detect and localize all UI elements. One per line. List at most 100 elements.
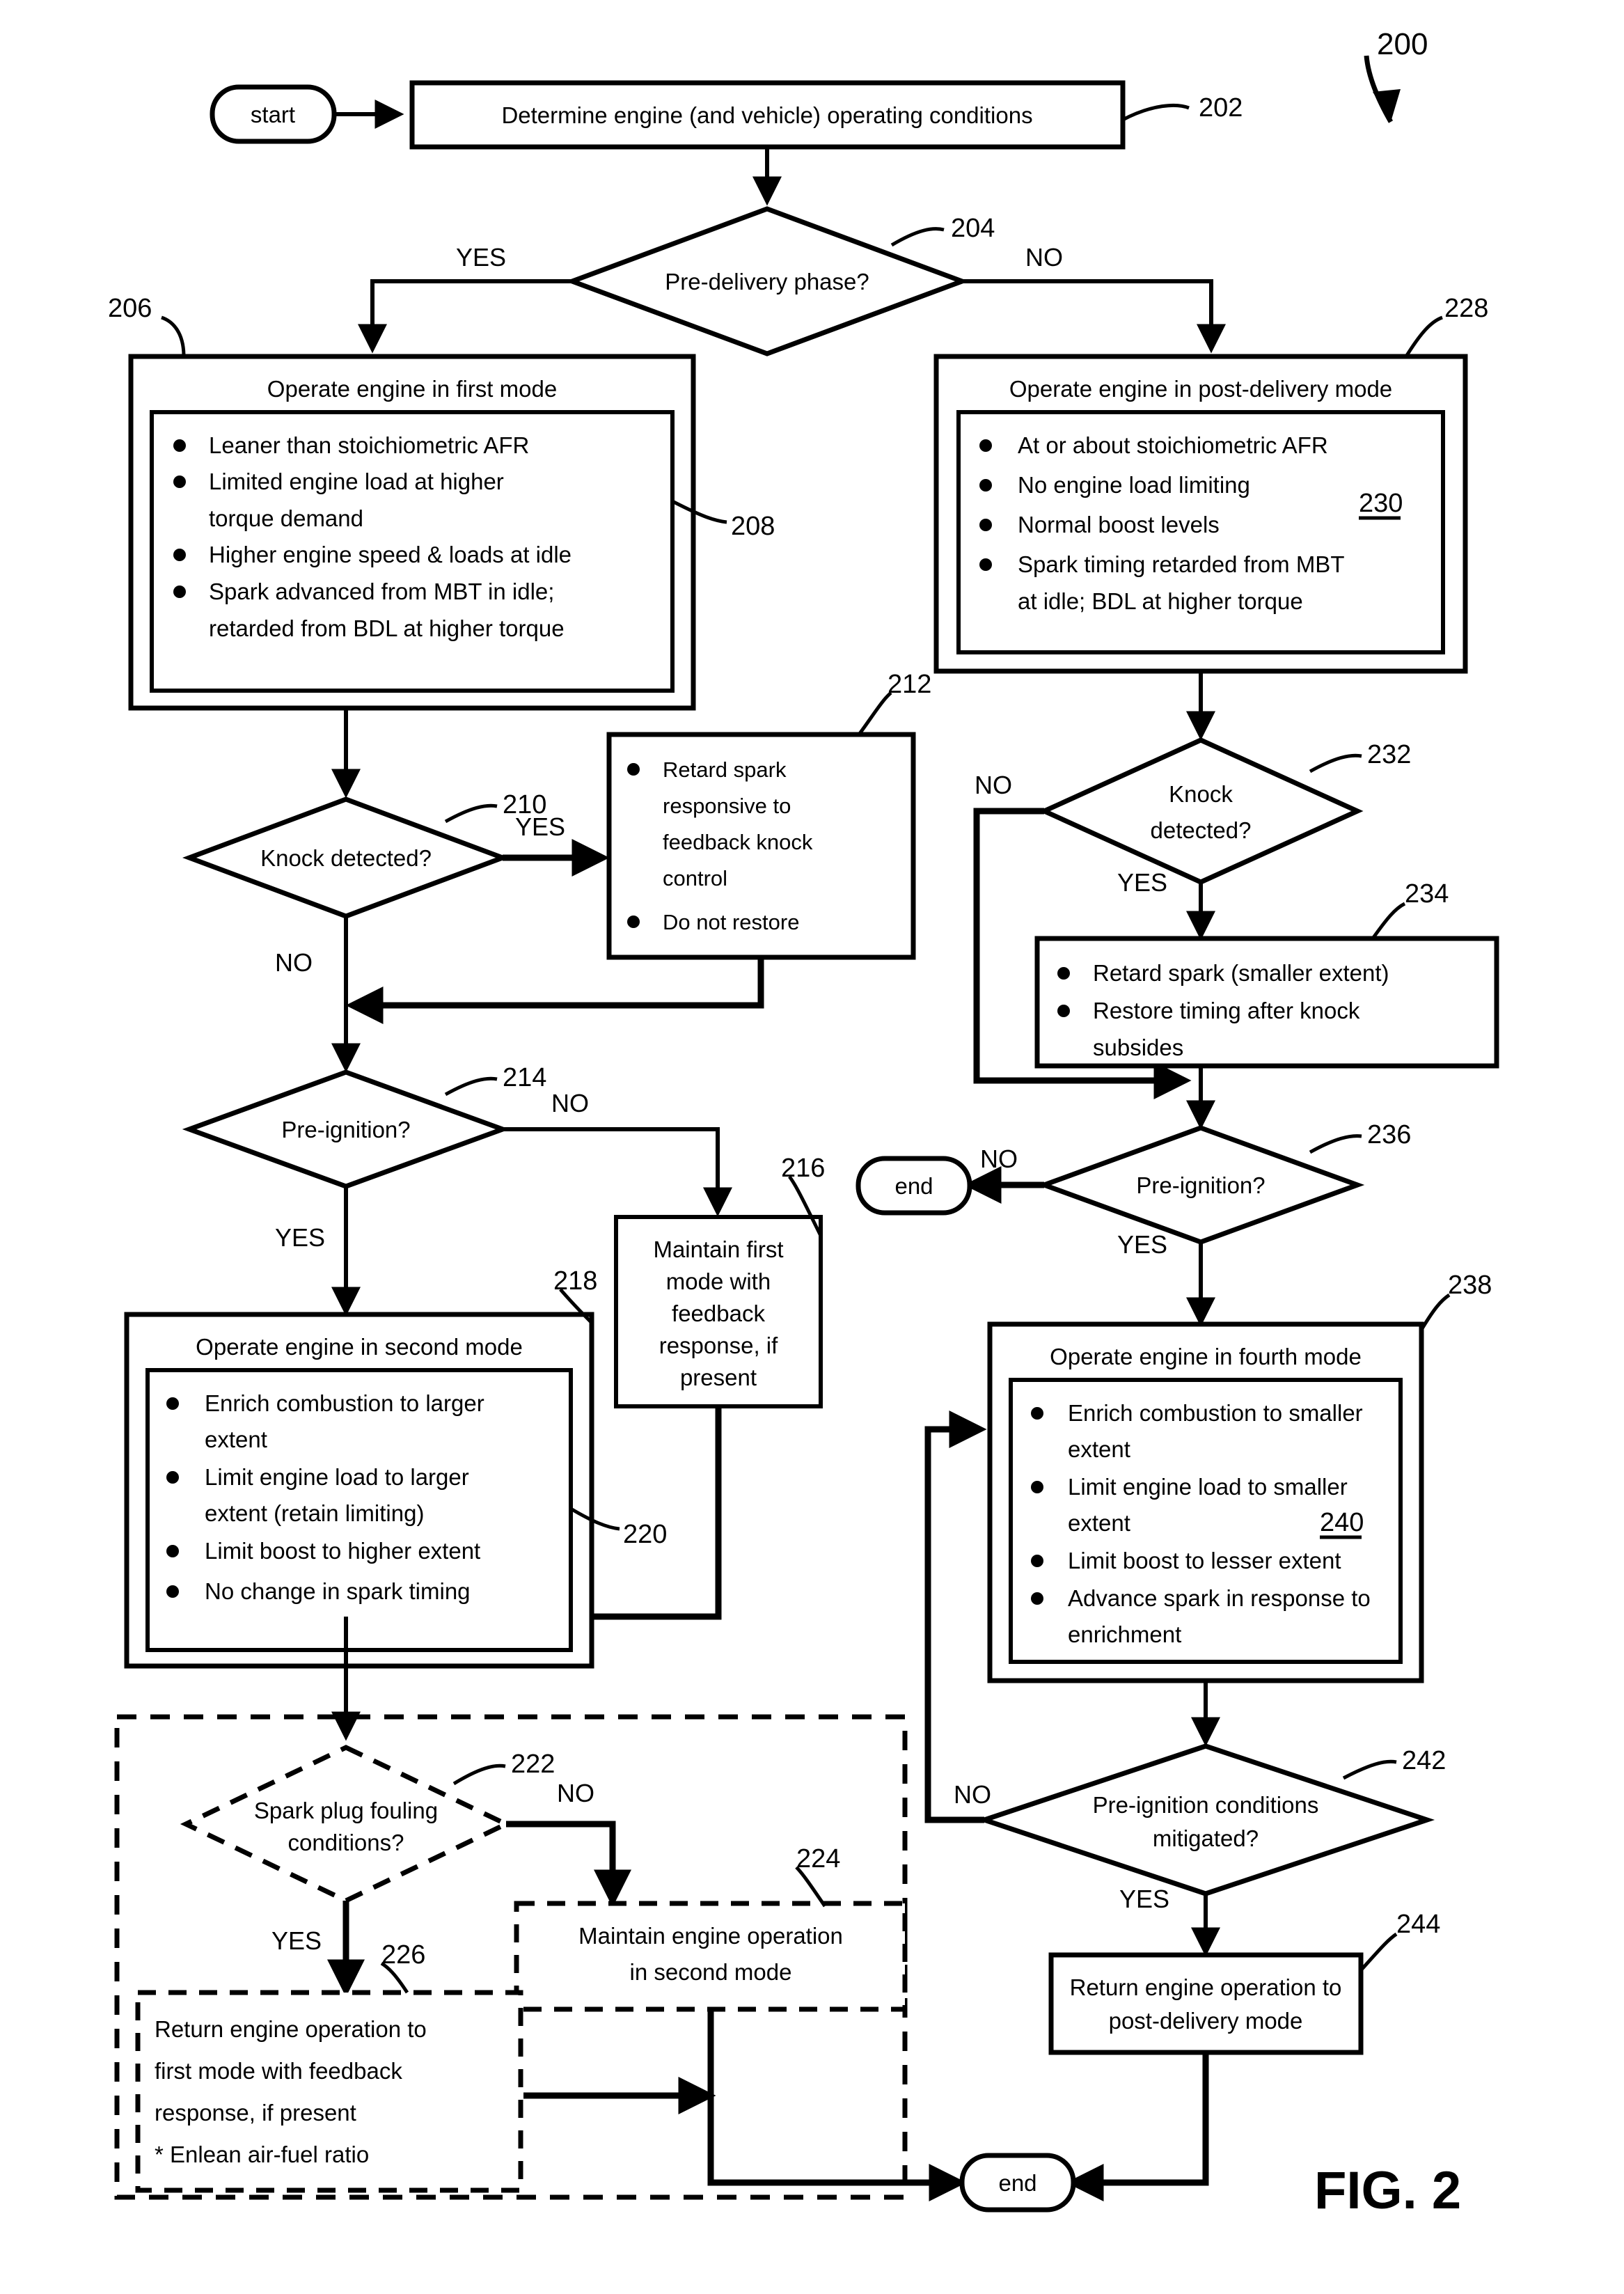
label-242-yes: YES: [1119, 1885, 1169, 1913]
edge-242-no: [924, 1411, 987, 1823]
node-226-l1: Return engine operation to: [155, 2016, 427, 2042]
leader-236: [1309, 1134, 1362, 1154]
node-206: Operate engine in first mode Leaner than…: [128, 354, 696, 711]
ref-228: 228: [1444, 294, 1488, 323]
node-244-l1: Return engine operation to: [1070, 1974, 1342, 2000]
node-216-l2: mode with: [666, 1268, 771, 1294]
node-244: Return engine operation to post-delivery…: [1048, 1952, 1364, 2055]
node-206-bullet-2: Limited engine load at higher: [209, 469, 504, 494]
node-206-bullet-1: Leaner than stoichiometric AFR: [209, 432, 529, 458]
node-212-bullet-1-l2: responsive to: [663, 794, 791, 818]
label-214-yes: YES: [275, 1223, 325, 1252]
node-226: Return engine operation to first mode wi…: [135, 1990, 523, 2193]
node-228-title: Operate engine in post-delivery mode: [1009, 376, 1392, 402]
leader-212: [857, 691, 892, 736]
node-238-bullet-3: Limit boost to lesser extent: [1068, 1548, 1341, 1573]
ref-226: 226: [381, 1940, 425, 1970]
node-228-bullet-3: Normal boost levels: [1018, 512, 1220, 537]
node-224: Maintain engine operation in second mode: [514, 1901, 908, 2012]
ref-244: 244: [1396, 1910, 1440, 1939]
leader-234: [1371, 902, 1406, 940]
figure-canvas: start Determine engine (and vehicle) ope…: [0, 0, 1624, 2294]
edge-224-to-end: [707, 2009, 967, 2201]
node-228-bullet-4: Spark timing retarded from MBT: [1018, 551, 1344, 577]
node-206-bullet-4: Spark advanced from MBT in idle;: [209, 579, 554, 604]
node-212: Retard spark responsive to feedback knoc…: [606, 732, 916, 960]
node-204: Pre-delivery phase?: [565, 206, 970, 356]
node-228: Operate engine in post-delivery mode At …: [933, 354, 1468, 674]
leader-206: [161, 315, 186, 357]
edge-204-no: [962, 279, 1226, 354]
node-228-bullet-1: At or about stoichiometric AFR: [1018, 432, 1328, 458]
node-242-label-l1: Pre-ignition conditions: [1093, 1792, 1319, 1818]
node-218-bullet-2-cont: extent (retain limiting): [205, 1500, 424, 1526]
leader-214: [444, 1076, 498, 1097]
node-206-bullet-3: Higher engine speed & loads at idle: [209, 542, 571, 567]
leader-202: [1121, 103, 1190, 122]
ref-238: 238: [1448, 1271, 1492, 1300]
label-204-no: NO: [1025, 243, 1063, 272]
node-218-bullet-2: Limit engine load to larger: [205, 1464, 469, 1490]
node-212-bullet-1-l4: control: [663, 866, 727, 890]
node-238-bullet-1: Enrich combustion to smaller: [1068, 1400, 1363, 1426]
ref-234: 234: [1405, 879, 1449, 909]
label-242-no: NO: [954, 1780, 991, 1809]
ref-216: 216: [781, 1154, 825, 1183]
node-234-bullet-2-cont: subsides: [1093, 1035, 1183, 1060]
node-236-label: Pre-ignition?: [1136, 1172, 1265, 1198]
node-232-label-l1: Knock: [1169, 781, 1233, 807]
ref-224: 224: [796, 1844, 840, 1873]
ref-220: 220: [623, 1520, 667, 1549]
node-216-l3: feedback: [672, 1301, 765, 1326]
node-222-label-l2: conditions?: [288, 1830, 404, 1855]
node-216-l1: Maintain first: [653, 1236, 783, 1262]
node-238-title: Operate engine in fourth mode: [1050, 1344, 1362, 1369]
node-234-bullet-2: Restore timing after knock: [1093, 998, 1360, 1023]
node-228-bullet-2: No engine load limiting: [1018, 472, 1250, 498]
ref-232: 232: [1367, 740, 1411, 769]
flowchart-svg: start Determine engine (and vehicle) ope…: [108, 27, 1499, 2220]
node-238-bullet-1-cont: extent: [1068, 1436, 1130, 1462]
ref-222: 222: [511, 1750, 555, 1779]
node-218-bullet-1-cont: extent: [205, 1427, 267, 1452]
node-232: Knock detected?: [1038, 737, 1364, 885]
node-238: Operate engine in fourth mode Enrich com…: [987, 1321, 1424, 1683]
node-226-l4: * Enlean air-fuel ratio: [155, 2142, 369, 2167]
ref-208: 208: [731, 512, 775, 541]
edge-204-yes: [358, 279, 572, 354]
node-224-l2: in second mode: [630, 1959, 792, 1985]
end-terminator-bottom: end: [959, 2153, 1076, 2213]
ref-200: 200: [1377, 27, 1428, 61]
label-232-yes: YES: [1117, 868, 1167, 897]
node-218-title: Operate engine in second mode: [196, 1334, 523, 1360]
node-234: Retard spark (smaller extent) Restore ti…: [1034, 936, 1499, 1069]
node-204-label: Pre-delivery phase?: [665, 269, 869, 294]
node-202: Determine engine (and vehicle) operating…: [409, 80, 1126, 150]
node-244-l2: post-delivery mode: [1109, 2008, 1303, 2034]
ref-242: 242: [1402, 1746, 1446, 1775]
node-202-label: Determine engine (and vehicle) operating…: [501, 102, 1032, 128]
node-236: Pre-ignition?: [1036, 1125, 1365, 1245]
ref-230: 230: [1359, 489, 1403, 518]
ref-202: 202: [1199, 93, 1243, 123]
node-222: Spark plug fouling conditions?: [180, 1745, 512, 1903]
node-224-l1: Maintain engine operation: [578, 1923, 843, 1949]
node-238-bullet-2-cont: extent: [1068, 1510, 1130, 1536]
leader-238: [1419, 1293, 1451, 1331]
label-222-yes: YES: [271, 1926, 322, 1955]
ref-206: 206: [108, 294, 152, 323]
node-218-bullet-4: No change in spark timing: [205, 1578, 471, 1604]
edge-222-no: [506, 1821, 631, 1908]
node-216-l5: present: [680, 1365, 757, 1390]
ref-236: 236: [1367, 1120, 1411, 1149]
node-210-label: Knock detected?: [260, 845, 432, 871]
node-216: Maintain first mode with feedback respon…: [614, 1215, 823, 1408]
node-238-bullet-4-cont: enrichment: [1068, 1621, 1181, 1647]
edge-212-rejoin: [345, 957, 764, 1024]
end-bottom-label: end: [998, 2170, 1036, 2196]
node-214-label: Pre-ignition?: [281, 1117, 410, 1142]
node-238-bullet-2: Limit engine load to smaller: [1068, 1474, 1348, 1500]
node-206-title: Operate engine in first mode: [267, 376, 557, 402]
ref-204: 204: [951, 214, 995, 243]
node-206-bullet-4-cont: retarded from BDL at higher torque: [209, 615, 565, 641]
